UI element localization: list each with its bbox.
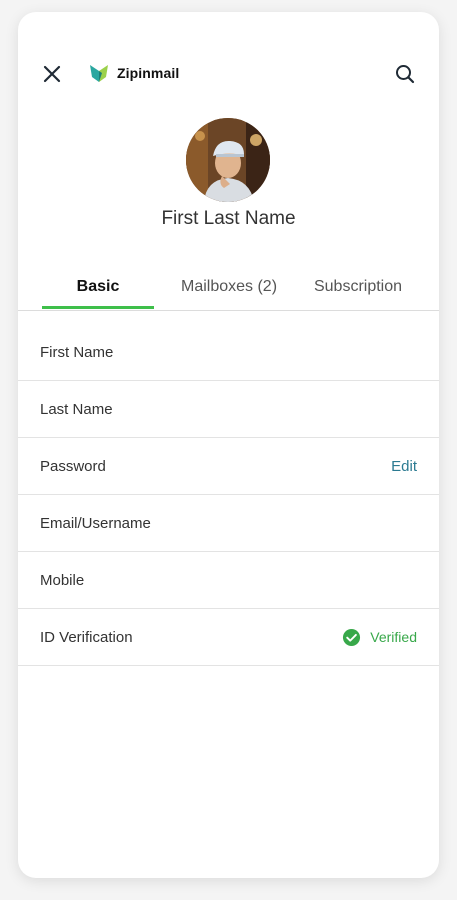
first-name-row[interactable]: First Name [18,324,439,381]
app-screen: Zipinmail First Last Name Basic Mailboxe… [18,12,439,878]
verification-status: Verified [342,628,417,647]
email-row[interactable]: Email/Username [18,495,439,552]
tab-basic[interactable]: Basic [42,274,154,309]
search-button[interactable] [393,62,417,86]
password-label: Password [40,457,106,475]
last-name-label: Last Name [40,400,113,418]
password-row: Password Edit [18,438,439,495]
mobile-row[interactable]: Mobile [18,552,439,609]
avatar [186,118,270,202]
verified-status-text: Verified [370,629,417,645]
tab-mailboxes[interactable]: Mailboxes (2) [166,274,292,308]
search-icon [396,65,415,84]
email-label: Email/Username [40,514,151,532]
top-bar: Zipinmail [18,12,439,132]
check-circle-icon [343,628,361,646]
profile-name: First Last Name [161,208,296,229]
avatar-photo [186,118,270,202]
id-verification-row: ID Verification Verified [18,609,439,666]
tab-subscription[interactable]: Subscription [302,274,414,308]
close-button[interactable] [40,62,64,86]
id-verification-label: ID Verification [40,628,133,646]
edit-password-link[interactable]: Edit [391,458,417,475]
zipinmail-logo-icon [90,65,108,82]
tab-bar: Basic Mailboxes (2) Subscription [18,274,439,311]
mobile-label: Mobile [40,571,85,589]
first-name-label: First Name [40,343,114,361]
profile-fields: First Name Last Name Password Edit Email… [18,324,439,666]
brand-name: Zipinmail [117,65,180,81]
brand: Zipinmail [88,62,179,84]
close-icon [43,65,61,83]
last-name-row[interactable]: Last Name [18,381,439,438]
